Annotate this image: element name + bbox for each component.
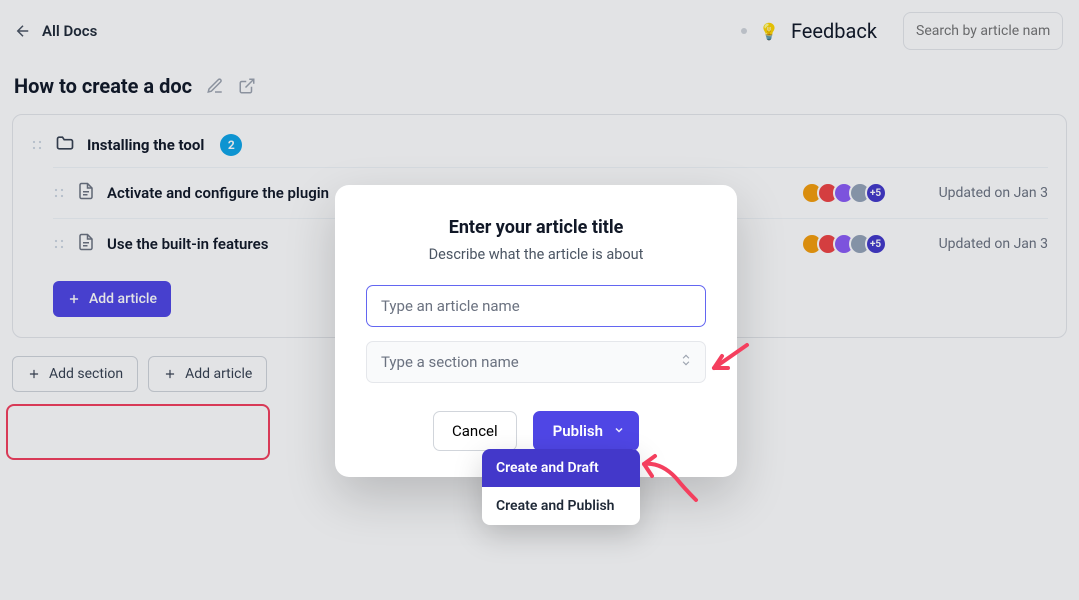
publish-button[interactable]: Publish (533, 411, 639, 451)
section-placeholder: Type a section name (381, 353, 519, 371)
modal-subtitle: Describe what the article is about (359, 246, 713, 263)
cancel-button[interactable]: Cancel (433, 411, 517, 451)
create-article-modal: Enter your article title Describe what t… (335, 185, 737, 477)
modal-title: Enter your article title (359, 217, 713, 238)
publish-dropdown: Create and Draft Create and Publish (482, 449, 640, 525)
section-select[interactable]: Type a section name (366, 341, 706, 383)
publish-label: Publish (553, 422, 603, 440)
dropdown-create-publish[interactable]: Create and Publish (482, 487, 640, 525)
article-name-input[interactable] (366, 285, 706, 327)
chevron-down-icon (613, 422, 625, 440)
select-chevron-icon (679, 353, 693, 371)
dropdown-create-draft[interactable]: Create and Draft (482, 449, 640, 487)
